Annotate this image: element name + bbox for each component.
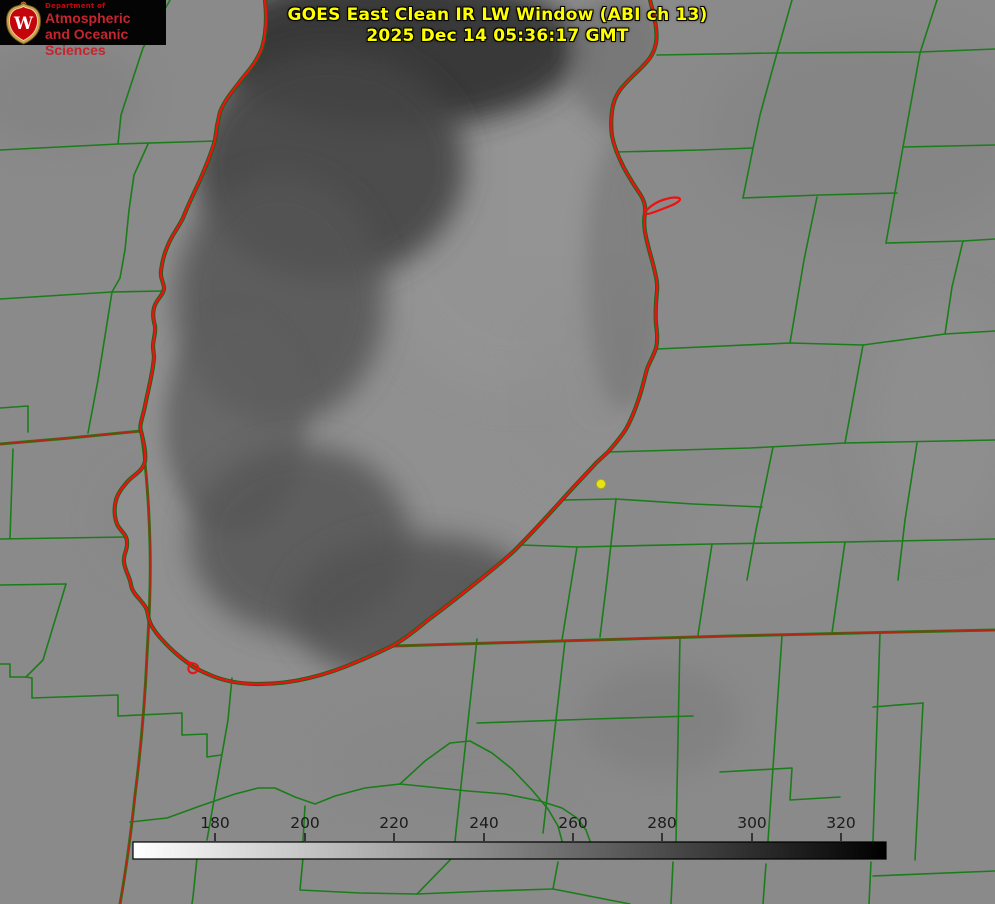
colorbar-label: 240 — [469, 814, 499, 832]
colorbar-label: 280 — [647, 814, 677, 832]
logo-dept-label: Department of — [45, 2, 166, 10]
colorbar-label: 200 — [290, 814, 320, 832]
map-canvas[interactable] — [0, 0, 995, 904]
colorbar-label: 220 — [379, 814, 409, 832]
uw-aos-logo[interactable]: W Department of Atmospheric and Oceanic … — [0, 0, 166, 45]
station-marker — [597, 480, 606, 489]
colorbar-gradient — [133, 842, 886, 859]
colorbar-label: 300 — [737, 814, 767, 832]
colorbar-label: 260 — [558, 814, 588, 832]
logo-name-line2: and Oceanic Sciences — [45, 26, 166, 58]
logo-name-line1: Atmospheric — [45, 10, 166, 26]
colorbar-label: 320 — [826, 814, 856, 832]
svg-text:W: W — [13, 14, 34, 34]
satellite-product-page: GOES East Clean IR LW Window (ABI ch 13)… — [0, 0, 995, 904]
uw-crest-icon: W — [5, 1, 42, 45]
colorbar-label: 180 — [200, 814, 230, 832]
uw-aos-logo-text: Department of Atmospheric and Oceanic Sc… — [45, 2, 166, 58]
